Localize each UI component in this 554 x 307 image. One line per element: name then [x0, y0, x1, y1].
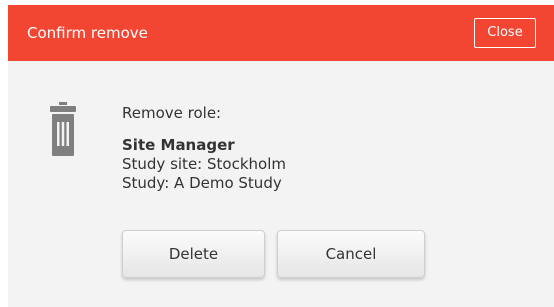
confirm-remove-dialog: Confirm remove Close Remove role: Site M…	[8, 5, 554, 307]
role-name: Site Manager	[122, 136, 235, 154]
remove-role-details: Remove role: Site Manager Study site: St…	[122, 104, 286, 193]
close-button[interactable]: Close	[474, 18, 536, 48]
remove-role-prompt: Remove role:	[122, 104, 222, 122]
study-text: Study: A Demo Study	[122, 174, 282, 192]
trash-icon	[50, 102, 76, 156]
dialog-header: Confirm remove Close	[8, 5, 554, 61]
dialog-title: Confirm remove	[27, 24, 148, 42]
study-site-text: Study site: Stockholm	[122, 155, 286, 173]
delete-button[interactable]: Delete	[122, 230, 265, 278]
cancel-button[interactable]: Cancel	[277, 230, 425, 278]
